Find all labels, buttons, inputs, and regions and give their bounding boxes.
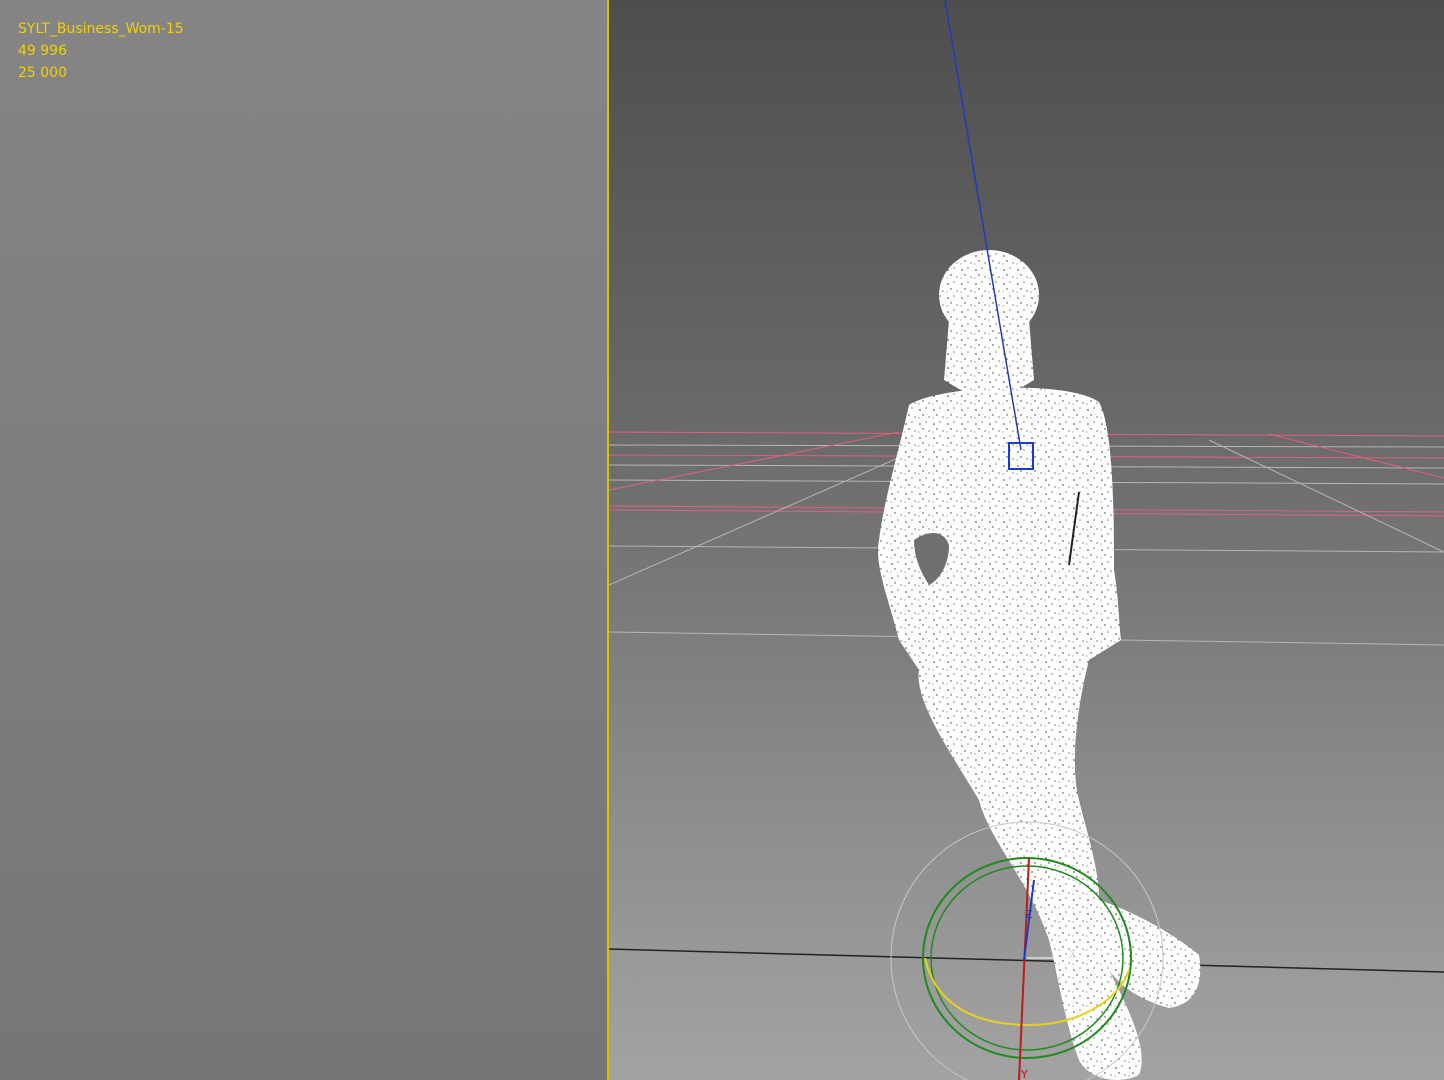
gizmo-y-label: Y xyxy=(1020,1068,1028,1080)
polygon-count-label: 25 000 xyxy=(18,65,67,81)
perspective-viewport[interactable]: Z X Y xyxy=(609,0,1444,1080)
object-name-label: SYLT_Business_Wom-15 xyxy=(18,21,184,37)
viewport-stats: SYLT_Business_Wom-15 49 996 25 000 xyxy=(18,18,184,84)
gizmo-z-label: Z xyxy=(1025,908,1033,921)
vertex-count-label: 49 996 xyxy=(18,43,67,59)
gizmo-x-label: X xyxy=(1069,948,1077,961)
left-viewport[interactable]: SYLT_Business_Wom-15 49 996 25 000 xyxy=(0,0,607,1080)
woman-mesh-figure[interactable] xyxy=(878,250,1201,1080)
viewport-canvas: Z X Y xyxy=(609,0,1444,1080)
